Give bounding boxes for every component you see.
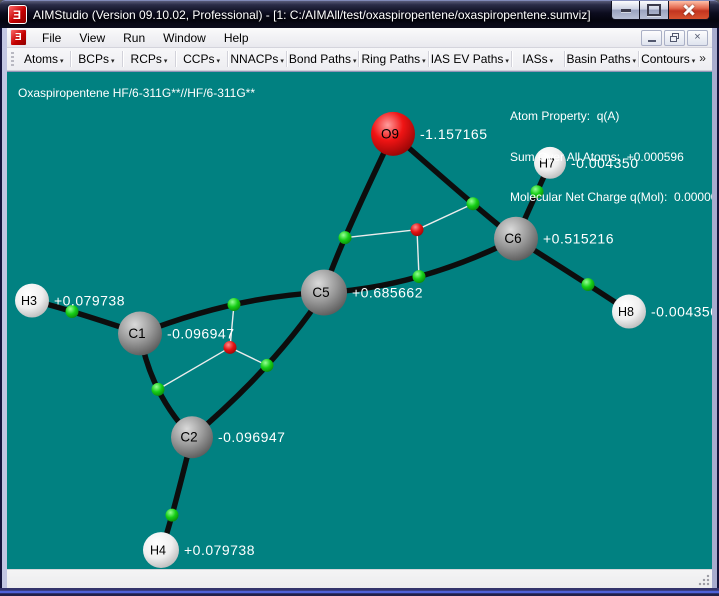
charge-label-H4: +0.079738 [184,542,255,558]
toolbar-button-rcps[interactable]: RCPs▾ [123,49,175,69]
bcp-C5-C2[interactable] [261,359,274,372]
menu-file[interactable]: File [33,29,70,47]
window-title: AIMStudio (Version 09.10.02, Professiona… [33,8,591,22]
charge-label-C5: +0.685662 [352,285,423,301]
menu-window[interactable]: Window [154,29,215,47]
bond-O9-C5[interactable] [324,134,393,293]
charge-label-H8: -0.004350 [651,304,712,320]
toolbar: Atoms▾ BCPs▾ RCPs▾ CCPs▾ NNACPs▾ Bond Pa… [7,48,712,71]
bcp-C5-C1[interactable] [228,298,241,311]
mdi-close-icon: × [694,32,700,43]
title-bar[interactable]: E AIMStudio (Version 09.10.02, Professio… [0,0,719,28]
app-window: E AIMStudio (Version 09.10.02, Professio… [0,0,719,596]
bond-C5-C2[interactable] [192,293,324,438]
toolbar-button-ccps[interactable]: CCPs▾ [176,49,228,69]
dropdown-arrow-icon: ▾ [550,57,554,66]
bcp-C2-H4[interactable] [166,509,179,522]
resize-grip-icon[interactable] [698,574,710,586]
bcp-C5-C6[interactable] [413,270,426,283]
mdi-restore-button[interactable] [664,30,685,46]
dropdown-arrow-icon: ▾ [60,57,64,66]
document-logo-icon[interactable]: E [10,29,27,46]
atom-label-C5: C5 [312,285,329,300]
dropdown-arrow-icon: ▾ [111,57,115,66]
atom-property-info: Atom Property: q(A) Sum Over All Atoms: … [510,83,712,232]
atom-label-H8: H8 [618,305,634,319]
bcp-O9-C5[interactable] [339,231,352,244]
ring-path-line [345,230,417,238]
bcp-C6-H8[interactable] [582,278,595,291]
dropdown-arrow-icon: ▾ [280,57,284,66]
window-frame-inner: E File View Run Window Help × [2,28,717,588]
molecule-viewport[interactable]: O9-1.157165H7-0.004350C6+0.515216C5+0.68… [7,71,712,569]
atom-label-C1: C1 [128,326,145,341]
bond-O9-C6[interactable] [393,134,516,239]
window-bottom-border [0,588,719,596]
close-icon [683,4,695,16]
toolbar-overflow-chevron[interactable]: » [697,51,710,67]
toolbar-button-atoms[interactable]: Atoms▾ [18,49,70,69]
atom-label-C2: C2 [180,430,197,445]
menu-help[interactable]: Help [215,29,258,47]
mdi-minimize-icon [648,40,656,42]
ring-path-line [158,347,230,389]
toolbar-button-contours[interactable]: Contours▾ [639,49,697,69]
charge-label-C1: -0.096947 [167,325,234,341]
atom-label-O9: O9 [381,126,399,141]
status-bar [7,569,712,588]
dropdown-arrow-icon: ▾ [692,57,696,66]
toolbar-grip-icon[interactable] [11,52,14,67]
dropdown-arrow-icon: ▾ [353,57,357,66]
charge-label-C2: -0.096947 [218,429,285,445]
dropdown-arrow-icon: ▾ [505,57,509,66]
info-net-charge: Molecular Net Charge q(Mol): 0.000000 [510,191,712,205]
bcp-C1-C2[interactable] [152,383,165,396]
mdi-restore-icon [670,33,679,42]
charge-label-O9: -1.157165 [420,126,487,142]
mdi-close-button[interactable]: × [687,30,708,46]
toolbar-button-ias-ev-paths[interactable]: IAS EV Paths▾ [429,49,511,69]
maximize-icon [647,4,661,16]
atom-label-H3: H3 [21,294,37,308]
toolbar-button-bond-paths[interactable]: Bond Paths▾ [287,49,359,69]
menu-run[interactable]: Run [114,29,154,47]
minimize-button[interactable] [611,1,640,20]
info-sum-over-atoms: Sum Over All Atoms: +0.000596 [510,151,712,165]
bcp-O9-C6[interactable] [467,197,480,210]
info-atom-property: Atom Property: q(A) [510,110,712,124]
menu-view[interactable]: View [70,29,114,47]
close-button[interactable] [668,1,710,20]
molecule-caption: Oxaspiropentene HF/6-311G**//HF/6-311G** [18,86,255,100]
toolbar-button-bcps[interactable]: BCPs▾ [71,49,123,69]
mdi-minimize-button[interactable] [641,30,662,46]
ring-path-line [417,230,419,277]
toolbar-button-iass[interactable]: IASs▾ [512,49,564,69]
app-logo-icon[interactable]: E [8,5,27,24]
dropdown-arrow-icon: ▾ [422,57,426,66]
RCP-C1-C2-C5[interactable] [224,341,237,354]
charge-label-H3: +0.079738 [54,293,125,309]
atom-label-C6: C6 [504,231,521,246]
RCP-O9-C5-C6[interactable] [411,223,424,236]
dropdown-arrow-icon: ▾ [216,57,220,66]
dropdown-arrow-icon: ▾ [164,57,168,66]
maximize-button[interactable] [640,1,668,20]
window-frame: E File View Run Window Help × [0,28,719,596]
toolbar-button-nnacps[interactable]: NNACPs▾ [228,49,286,69]
toolbar-button-basin-paths[interactable]: Basin Paths▾ [565,49,639,69]
minimize-icon [621,9,631,12]
menu-bar: E File View Run Window Help × [7,28,712,48]
charge-label-C6: +0.515216 [543,231,614,247]
atom-label-H4: H4 [150,544,166,558]
toolbar-button-ring-paths[interactable]: Ring Paths▾ [359,49,427,69]
dropdown-arrow-icon: ▾ [633,57,637,66]
ring-path-line [417,204,473,230]
